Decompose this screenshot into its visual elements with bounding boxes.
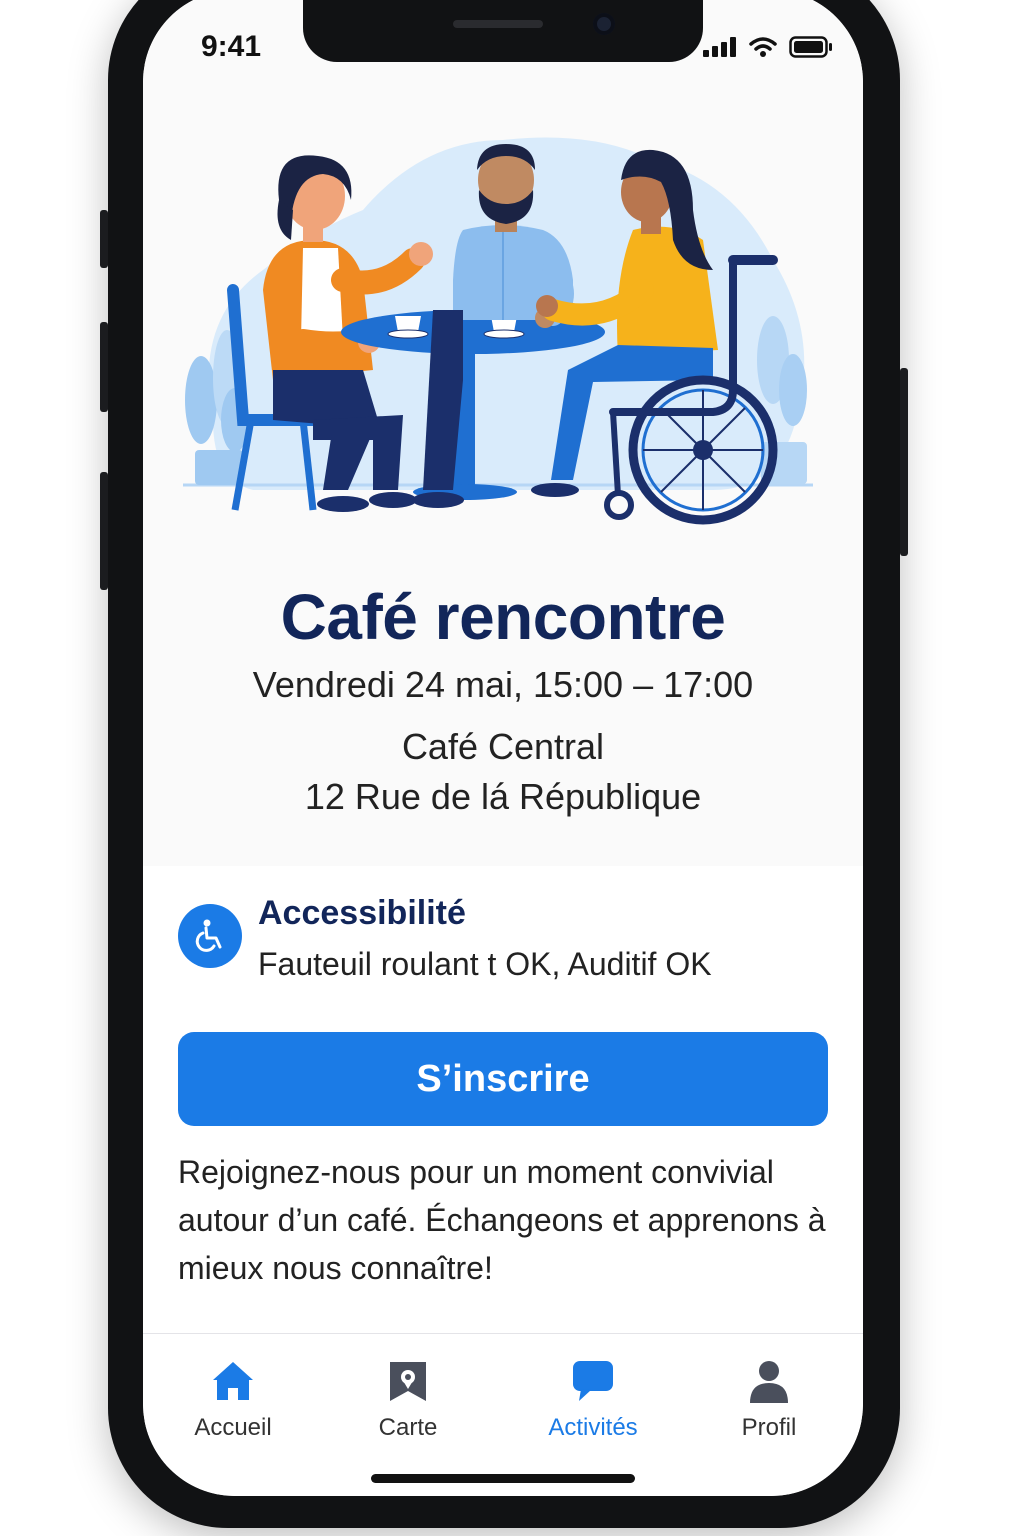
tab-bar: Accueil Carte Activités Profil [143,1333,863,1496]
event-description: Rejoignez-nous pour un moment convivial … [178,1154,826,1286]
notch [303,0,703,62]
status-icons [703,36,833,58]
signal-icon [703,37,736,57]
volume-up-button [100,322,108,412]
event-address: 12 Rue de lá République [304,776,702,817]
event-illustration [183,137,813,525]
chat-bubble-icon [573,1361,613,1401]
tab-label: Carte [378,1414,438,1441]
accessibility-description: Fauteuil roulant t OK, Auditif OK [258,946,712,982]
screen: 9:41 Café rencontre Vendredi 24 mai, 15:… [143,0,863,1496]
person-icon [750,1361,788,1403]
status-time: 9:41 [201,30,262,63]
tab-carte[interactable]: Carte [333,1356,483,1442]
map-pin-icon [390,1362,426,1401]
page: 9:41 Café rencontre Vendredi 24 mai, 15:… [0,0,1024,1536]
tab-activites[interactable]: Activités [518,1356,668,1442]
wheelchair-icon [178,904,242,968]
tab-label: Accueil [194,1414,272,1441]
event-datetime: Vendredi 24 mai, 15:00 – 17:00 [252,664,754,705]
home-indicator[interactable] [371,1474,635,1483]
tab-label: Profil [741,1414,797,1441]
power-button [900,368,908,556]
front-camera [593,13,615,35]
volume-down-button [100,472,108,590]
speaker-grille [453,20,543,28]
home-icon [213,1362,253,1400]
tab-profil[interactable]: Profil [694,1356,844,1442]
tab-label: Activités [548,1414,638,1441]
battery-icon [789,36,832,58]
event-place: Café Central [401,726,605,767]
silent-switch [100,210,108,268]
wifi-icon [749,37,777,57]
accessibility-title: Accessibilité [258,894,466,932]
register-button[interactable]: S’inscrire [178,1032,828,1126]
event-title: Café rencontre [280,581,726,653]
tab-accueil[interactable]: Accueil [158,1356,308,1442]
